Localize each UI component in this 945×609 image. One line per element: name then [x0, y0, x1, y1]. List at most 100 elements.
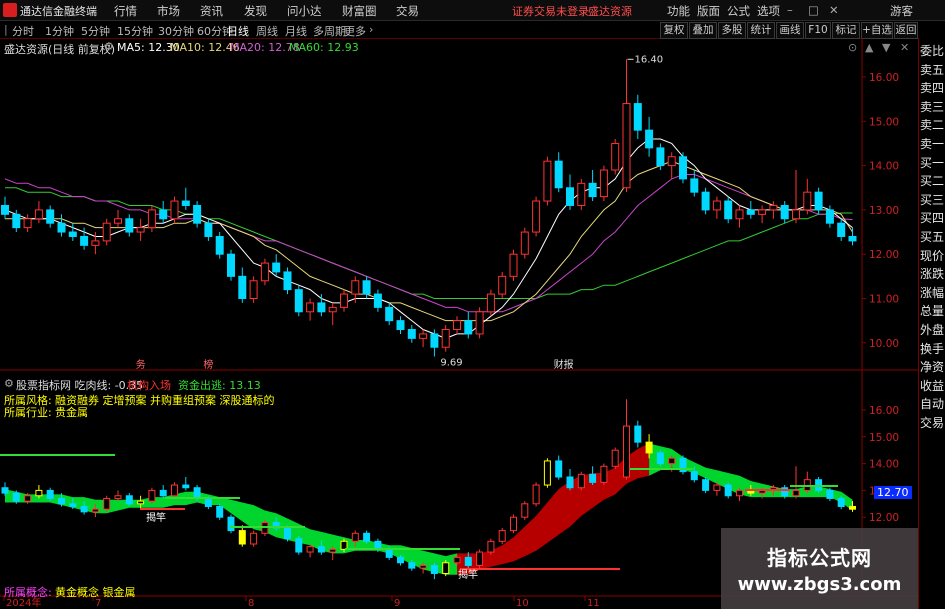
sub-candle-body-27: [306, 546, 314, 553]
xtick-3: 9: [394, 598, 400, 609]
sub-candle-body-57: [645, 441, 653, 454]
concept-label: 所属概念:: [4, 586, 52, 599]
candle-body-66: [746, 209, 755, 215]
candle-body-11: [125, 218, 134, 233]
sub-candle-body-32: [363, 532, 371, 542]
candle-body-13: [147, 209, 156, 229]
sub-candle-body-49: [555, 460, 563, 478]
sub-candle-body-75: [849, 505, 856, 510]
sub-candle-body-35: [397, 556, 404, 564]
sidebar-label-12[interactable]: 涨跌: [920, 267, 945, 281]
main-ytick-2: 14.00: [869, 161, 899, 173]
zijin-label: 资金出逃: 13.13: [178, 379, 261, 392]
candle-body-29: [328, 306, 337, 313]
candle-body-31: [351, 280, 360, 295]
main-chart-marks: 16.40 9.69 务 榜 财报: [1, 54, 857, 371]
sidebar-label-8[interactable]: 买三: [920, 193, 945, 207]
sub-candle-body-69: [781, 487, 789, 497]
sub-candle-body-43: [487, 540, 495, 553]
sidebar-label-1[interactable]: 卖五: [920, 63, 945, 77]
candle-body-43: [486, 293, 495, 313]
sub-candle-body-2: [24, 495, 32, 502]
candle-body-4: [46, 209, 55, 224]
sub-candle-body-41: [464, 556, 472, 566]
red-band: [457, 443, 650, 575]
industry-value: 贵金属: [55, 406, 88, 419]
sub-candle-body-52: [589, 473, 597, 483]
event-mark-1: 榜: [203, 358, 213, 371]
candle-body-50: [566, 187, 574, 206]
candle-body-67: [758, 209, 767, 215]
sub-candle-body-12: [137, 500, 145, 505]
sub-candle-body-19: [216, 505, 224, 518]
sidebar-label-6[interactable]: 买一: [920, 156, 945, 170]
watermark-overlay: 指标公式网 www.zbgs3.com: [721, 528, 918, 609]
sidebar-label-2[interactable]: 卖四: [920, 81, 945, 95]
sub-candle-body-1: [12, 492, 20, 502]
chart-down-icon[interactable]: ▼: [882, 41, 890, 54]
sub-candle-body-5: [58, 497, 65, 505]
candle-body-9: [102, 222, 111, 242]
sub-candle-body-42: [476, 551, 484, 566]
sidebar-label-4[interactable]: 卖二: [920, 118, 945, 132]
watermark-url: www.zbgs3.com: [737, 574, 902, 595]
sub-candle-body-4: [46, 489, 54, 499]
candle-body-53: [599, 169, 608, 198]
sub-candle-body-54: [611, 449, 619, 467]
sidebar-label-9[interactable]: 买四: [920, 211, 945, 225]
sidebar-label-3[interactable]: 卖三: [920, 100, 945, 114]
candle-body-41: [464, 320, 473, 335]
candle-body-48: [543, 160, 552, 202]
candle-body-7: [80, 235, 89, 246]
sub-candle-body-73: [826, 489, 834, 499]
sidebar-label-20[interactable]: 交易: [920, 416, 945, 430]
sidebar-label-17[interactable]: 净资: [920, 360, 945, 374]
sub-candle-body-20: [227, 516, 235, 532]
current-price-tag: 12.70: [874, 486, 912, 499]
sidebar-label-10[interactable]: 买五: [920, 230, 945, 244]
candle-body-64: [724, 200, 733, 220]
sidebar-label-11[interactable]: 现价: [920, 249, 945, 263]
candle-body-8: [91, 240, 100, 246]
chart-up-icon[interactable]: ▲: [865, 41, 873, 54]
sidebar-label-14[interactable]: 总量: [920, 304, 945, 318]
candle-body-22: [249, 280, 258, 299]
chart-lock-icon[interactable]: ⊙: [848, 41, 857, 54]
candle-body-47: [532, 200, 541, 233]
kline-chart[interactable]: 16.00 15.00 14.00 13.00 12.00 11.00 10.00 16.00…: [0, 0, 945, 609]
sub-candle-body-40: [453, 556, 461, 564]
candle-body-32: [362, 280, 371, 295]
candle-body-0: [1, 204, 9, 215]
candle-body-25: [283, 271, 292, 291]
sidebar-label-18[interactable]: 收益: [920, 379, 945, 393]
sub-candle-body-53: [600, 465, 608, 483]
sub-candle-body-8: [91, 508, 99, 513]
watermark-title: 指标公式网: [767, 546, 872, 570]
candle-body-19: [215, 235, 224, 255]
sidebar-label-13[interactable]: 涨幅: [920, 286, 945, 300]
sidebar-label-19[interactable]: 自动: [920, 397, 945, 411]
sub-candle-body-13: [148, 489, 156, 502]
candle-body-21: [238, 275, 247, 300]
candle-body-58: [656, 147, 665, 167]
candle-body-60: [679, 156, 687, 180]
sidebar-label-0[interactable]: 委比: [920, 44, 945, 58]
sub-candle-body-46: [521, 503, 529, 518]
sidebar-label-7[interactable]: 买二: [920, 174, 945, 188]
sidebar-label-16[interactable]: 换手: [920, 342, 945, 356]
sub-chart-gear-icon[interactable]: ⚙: [4, 377, 14, 390]
settings-gear-icon[interactable]: ⚙: [104, 40, 114, 53]
candle-body-16: [181, 200, 190, 206]
sub-candle-body-55: [623, 425, 630, 478]
sidebar-label-5[interactable]: 卖一: [920, 137, 945, 151]
candle-body-20: [227, 253, 235, 277]
main-ytick-3: 13.00: [869, 205, 899, 217]
ma60-label: MA60: 12.93: [289, 41, 359, 54]
green-band-right: [649, 443, 853, 511]
chart-close-icon[interactable]: ✕: [900, 41, 909, 54]
sub-candle-body-70: [792, 489, 800, 497]
candle-body-74: [837, 222, 846, 237]
candle-body-68: [769, 204, 778, 211]
candle-body-1: [12, 213, 21, 229]
sidebar-label-15[interactable]: 外盘: [920, 323, 945, 337]
